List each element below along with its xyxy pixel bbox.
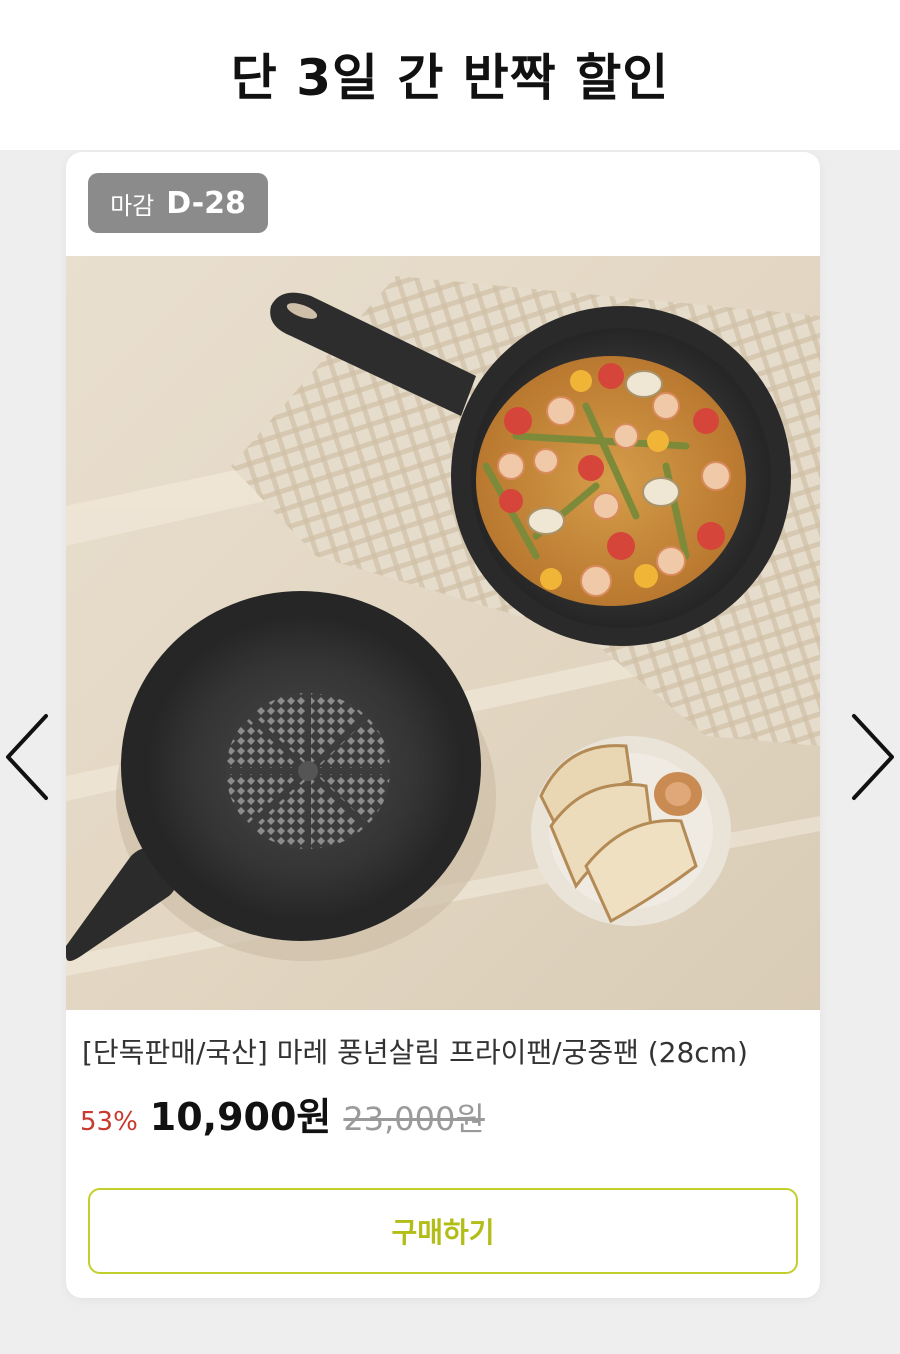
- original-price: 23,000원: [343, 1100, 485, 1138]
- prev-slide-button[interactable]: [2, 712, 52, 802]
- deadline-badge: 마감 D-28: [88, 173, 268, 233]
- deadline-countdown: D-28: [166, 185, 246, 221]
- next-slide-button[interactable]: [848, 712, 898, 802]
- price-row: 53% 10,900원 23,000원: [80, 1086, 485, 1139]
- sale-price: 10,900원: [149, 1095, 332, 1139]
- product-card[interactable]: 마감 D-28 [단독판매/국산] 마레 풍년살림 프라이팬/궁중팬 (28cm…: [66, 152, 820, 1298]
- discount-rate: 53%: [80, 1107, 138, 1137]
- product-image[interactable]: [66, 256, 820, 1010]
- deadline-label: 마감: [110, 191, 155, 220]
- buy-button[interactable]: 구매하기: [88, 1188, 798, 1274]
- page-header: 단 3일 간 반짝 할인: [0, 0, 900, 150]
- chevron-left-icon: [6, 714, 48, 800]
- chevron-right-icon: [852, 714, 894, 800]
- product-name[interactable]: [단독판매/국산] 마레 풍년살림 프라이팬/궁중팬 (28cm): [82, 1031, 812, 1071]
- page-title: 단 3일 간 반짝 할인: [230, 49, 670, 107]
